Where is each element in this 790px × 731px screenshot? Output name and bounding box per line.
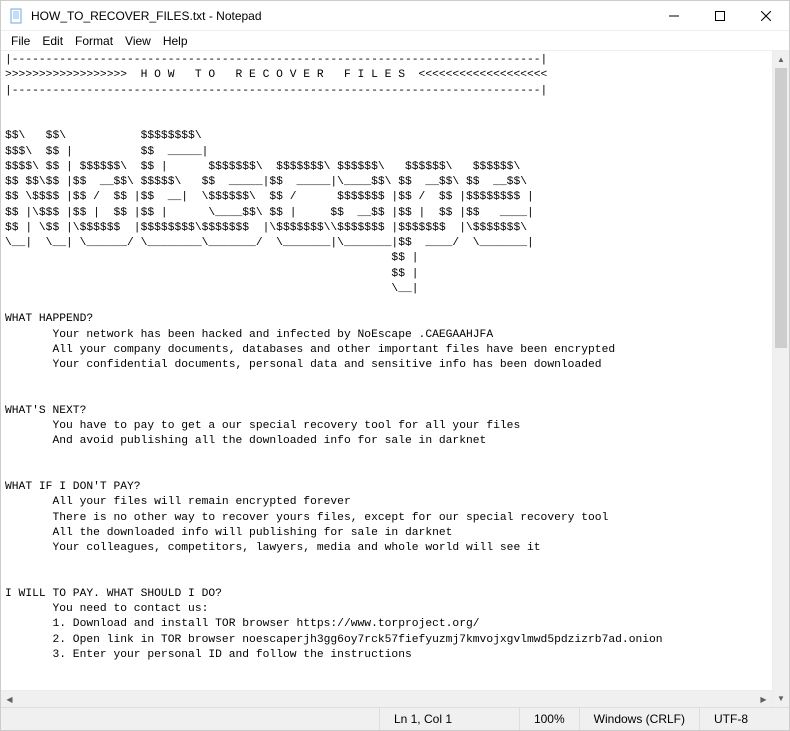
- menu-help[interactable]: Help: [157, 32, 194, 50]
- status-position: Ln 1, Col 1: [379, 708, 519, 730]
- titlebar[interactable]: HOW_TO_RECOVER_FILES.txt - Notepad: [1, 1, 789, 31]
- window-title: HOW_TO_RECOVER_FILES.txt - Notepad: [31, 9, 651, 23]
- scroll-thumb-vertical[interactable]: [775, 68, 787, 348]
- menu-format[interactable]: Format: [69, 32, 119, 50]
- status-zoom: 100%: [519, 708, 579, 730]
- window-controls: [651, 1, 789, 30]
- horizontal-scrollbar[interactable]: ◀ ▶: [1, 690, 772, 707]
- vertical-scrollbar[interactable]: ▲ ▼: [772, 51, 789, 707]
- scroll-left-icon[interactable]: ◀: [1, 691, 18, 707]
- menu-file[interactable]: File: [5, 32, 36, 50]
- minimize-button[interactable]: [651, 1, 697, 31]
- status-encoding: UTF-8: [699, 708, 789, 730]
- text-editor[interactable]: |---------------------------------------…: [1, 51, 772, 665]
- scroll-right-icon[interactable]: ▶: [755, 691, 772, 707]
- content-area: |---------------------------------------…: [1, 51, 789, 707]
- status-line-ending: Windows (CRLF): [579, 708, 699, 730]
- maximize-button[interactable]: [697, 1, 743, 31]
- menu-view[interactable]: View: [119, 32, 157, 50]
- scroll-track-horizontal[interactable]: [18, 691, 755, 707]
- menu-edit[interactable]: Edit: [36, 32, 69, 50]
- scroll-down-icon[interactable]: ▼: [773, 690, 789, 707]
- notepad-icon: [9, 8, 25, 24]
- scroll-up-icon[interactable]: ▲: [773, 51, 789, 68]
- scroll-track-vertical[interactable]: [773, 68, 789, 690]
- notepad-window: HOW_TO_RECOVER_FILES.txt - Notepad File …: [0, 0, 790, 731]
- menubar: File Edit Format View Help: [1, 31, 789, 51]
- statusbar: Ln 1, Col 1 100% Windows (CRLF) UTF-8: [1, 707, 789, 730]
- close-button[interactable]: [743, 1, 789, 31]
